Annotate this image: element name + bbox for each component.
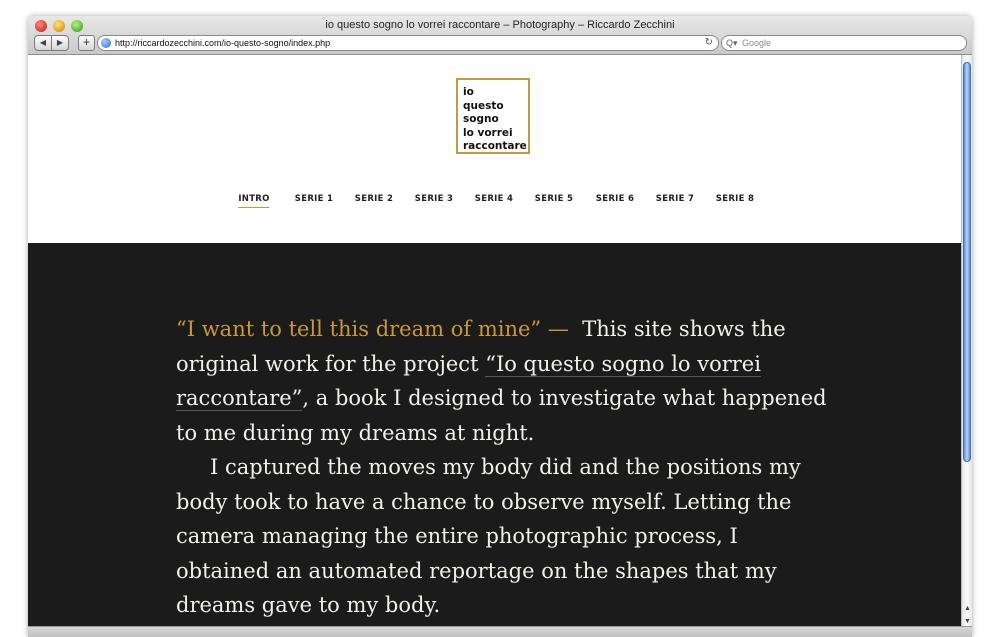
add-bookmark-button[interactable]: +	[78, 35, 95, 51]
logo-line: lo vorrei	[463, 126, 513, 139]
nav-item-serie-2[interactable]: SERIE 2	[355, 194, 393, 204]
search-field[interactable]: Q▾ Google	[721, 35, 967, 51]
nav-item-serie-4[interactable]: SERIE 4	[475, 194, 513, 204]
intro-paragraph-2: I captured the moves my body did and the…	[176, 455, 801, 617]
quote-dash: —	[547, 317, 569, 341]
intro-quote: “I want to tell this dream of mine”	[176, 317, 542, 341]
nav-item-serie-5[interactable]: SERIE 5	[535, 194, 573, 204]
plus-icon: +	[82, 35, 90, 49]
nav-item-serie-3[interactable]: SERIE 3	[415, 194, 453, 204]
forward-button[interactable]: ▶	[52, 35, 69, 51]
nav-item-intro[interactable]: INTRO	[238, 194, 270, 208]
window-title: io questo sogno lo vorrei raccontare – P…	[325, 19, 675, 31]
browser-window: io questo sogno lo vorrei raccontare – P…	[28, 16, 972, 637]
intro-paragraph-1: “I want to tell this dream of mine” — Th…	[176, 312, 836, 450]
title-bar: io questo sogno lo vorrei raccontare – P…	[28, 16, 972, 55]
nav-item-serie-7[interactable]: SERIE 7	[656, 194, 694, 204]
site-header: io questo sogno lo vorrei raccontare INT…	[28, 55, 961, 243]
back-arrow-icon: ◀	[39, 38, 47, 47]
main-nav: INTRO SERIE 1 SERIE 2 SERIE 3 SERIE 4 SE…	[28, 194, 961, 214]
forward-arrow-icon: ▶	[56, 38, 64, 47]
nav-item-serie-6[interactable]: SERIE 6	[596, 194, 634, 204]
nav-item-serie-8[interactable]: SERIE 8	[716, 194, 754, 204]
logo-line: questo	[463, 99, 504, 112]
vertical-scrollbar[interactable]: ▲ ▼	[961, 55, 972, 637]
page-viewport: io questo sogno lo vorrei raccontare INT…	[28, 55, 961, 637]
logo-line: sogno	[463, 113, 499, 125]
nav-item-serie-1[interactable]: SERIE 1	[295, 194, 333, 204]
history-buttons: ◀ ▶	[34, 35, 69, 51]
intro-section: “I want to tell this dream of mine” — Th…	[28, 243, 961, 637]
status-bar	[28, 626, 972, 637]
site-logo[interactable]: io questo sogno lo vorrei raccontare	[456, 78, 530, 154]
back-button[interactable]: ◀	[34, 35, 52, 51]
scroll-down-arrow-icon[interactable]: ▼	[963, 618, 972, 625]
logo-line: raccontare	[463, 140, 527, 152]
scroll-up-arrow-icon[interactable]: ▲	[963, 605, 972, 612]
url-text: http://riccardozecchini.com/io-questo-so…	[115, 38, 331, 48]
globe-icon	[101, 38, 111, 48]
address-bar[interactable]: http://riccardozecchini.com/io-questo-so…	[97, 35, 719, 51]
intro-text: “I want to tell this dream of mine” — Th…	[176, 312, 836, 623]
reload-icon[interactable]: ↻	[705, 36, 713, 50]
scrollbar-thumb[interactable]	[963, 62, 971, 462]
search-placeholder: Google	[742, 38, 772, 48]
logo-line: io	[463, 86, 474, 98]
search-icon[interactable]: Q▾	[726, 36, 738, 50]
